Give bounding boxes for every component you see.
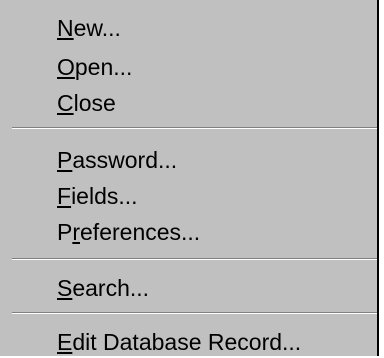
menu-item-preferences-mnemonic: r <box>72 219 81 245</box>
menu-item-preferences[interactable]: Preferences... <box>0 216 377 248</box>
menu-separator <box>12 312 377 314</box>
menu-item-open-label: pen... <box>74 54 133 80</box>
menu-item-preferences-pre: P <box>57 219 73 245</box>
menu-border <box>377 0 379 356</box>
menu-item-fields[interactable]: Fields... <box>0 180 377 212</box>
menu-item-open-mnemonic: O <box>57 54 75 80</box>
menu-item-edit-database-record-label: dit Database Record... <box>72 329 302 355</box>
menu-item-edit-database-record[interactable]: Edit Database Record... <box>0 326 377 358</box>
file-menu: New... Open... Close Password... Fields.… <box>0 0 377 356</box>
menu-item-password-mnemonic: P <box>57 147 73 173</box>
menu-item-search[interactable]: Search... <box>0 272 377 304</box>
menu-item-open[interactable]: Open... <box>0 51 377 83</box>
menu-item-preferences-label: eferences... <box>80 219 201 245</box>
menu-item-search-label: earch... <box>72 275 150 301</box>
menu-item-edit-database-record-mnemonic: E <box>57 329 73 355</box>
menu-item-password[interactable]: Password... <box>0 144 377 176</box>
menu-item-close-label: lose <box>73 90 116 116</box>
menu-item-search-mnemonic: S <box>57 275 73 301</box>
menu-separator <box>12 127 377 129</box>
menu-item-close-mnemonic: C <box>57 90 74 116</box>
menu-item-fields-label: ields... <box>71 183 138 209</box>
menu-item-close[interactable]: Close <box>0 87 377 119</box>
menu-item-fields-mnemonic: F <box>57 183 72 209</box>
menu-item-new-label: ew... <box>73 15 121 41</box>
menu-separator <box>12 258 377 260</box>
menu-item-password-label: assword... <box>72 147 178 173</box>
menu-item-new[interactable]: New... <box>0 12 377 44</box>
menu-item-new-mnemonic: N <box>57 15 74 41</box>
